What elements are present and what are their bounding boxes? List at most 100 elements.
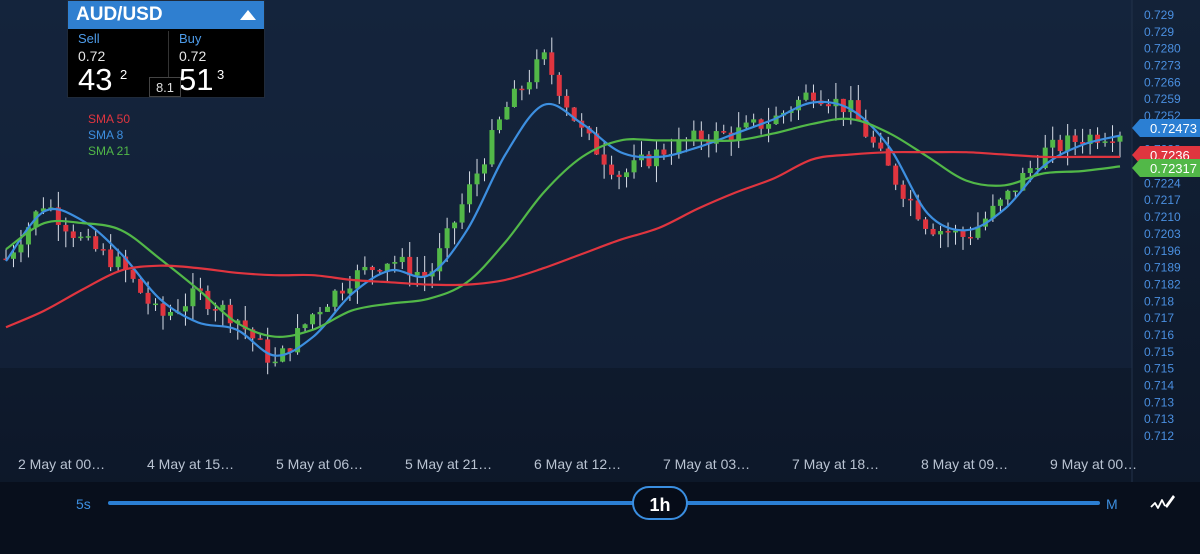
candle-body (332, 290, 338, 307)
y-tick-label: 0.713 (1144, 412, 1174, 426)
candle-body (691, 130, 697, 141)
draw-tool-icon[interactable] (1150, 491, 1176, 513)
candle-body (504, 106, 510, 120)
candle-body (167, 312, 173, 316)
x-tick-label: 7 May at 18… (792, 456, 879, 472)
ticket-header[interactable]: AUD/USD (68, 1, 264, 29)
candle-body (631, 160, 637, 173)
symbol-label: AUD/USD (76, 4, 163, 25)
candle-body (339, 290, 345, 294)
legend-sma-8[interactable]: SMA 8 (88, 127, 130, 143)
x-tick-label: 5 May at 21… (405, 456, 492, 472)
collapse-arrow-icon[interactable] (240, 10, 256, 20)
candle-body (923, 219, 929, 229)
candle-body (108, 249, 114, 268)
y-tick-label: 0.714 (1144, 378, 1174, 392)
candle-body (1072, 135, 1078, 142)
candle-body (467, 184, 473, 205)
y-tick-label: 0.715 (1144, 345, 1174, 359)
candle-body (1065, 135, 1071, 152)
candle-body (317, 311, 323, 315)
buy-button[interactable]: Buy 0.72 51 3 (168, 31, 265, 97)
candle-body (324, 306, 330, 312)
min-timeframe-label[interactable]: 5s (76, 496, 91, 512)
timeframe-slider-knob[interactable]: 1h (632, 486, 688, 520)
candle-body (616, 174, 622, 178)
candle-body (967, 236, 973, 239)
y-tick-label: 0.715 (1144, 362, 1174, 376)
candle-body (1110, 141, 1116, 143)
buy-price-pip: 3 (217, 67, 225, 82)
legend-sma-50[interactable]: SMA 50 (88, 111, 130, 127)
y-tick-label: 0.716 (1144, 328, 1174, 342)
candle-body (93, 236, 99, 250)
candle-body (519, 88, 525, 91)
candle-body (997, 199, 1003, 206)
candle-body (190, 288, 196, 307)
candle-body (810, 92, 816, 101)
sell-price-pip: 2 (120, 67, 128, 82)
indicator-legend: SMA 50 SMA 8 SMA 21 (88, 111, 130, 159)
candle-body (541, 52, 547, 60)
candle-body (362, 266, 368, 271)
price-tag-label: 0.72317 (1150, 161, 1197, 176)
x-tick-label: 8 May at 09… (921, 456, 1008, 472)
candle-body (878, 142, 884, 149)
candle-body (182, 306, 188, 312)
candle-body (272, 361, 278, 364)
y-tick-label: 0.718 (1144, 294, 1174, 308)
timeframe-slider-track[interactable] (108, 501, 1100, 505)
price-tag: 0.72473 (1132, 119, 1200, 137)
candle-body (1005, 190, 1011, 200)
candle-body (960, 230, 966, 237)
x-tick-label: 2 May at 00… (18, 456, 105, 472)
candle-body (526, 82, 532, 90)
y-tick-label: 0.7210 (1144, 210, 1181, 224)
candle-body (489, 130, 495, 165)
y-tick-label: 0.7203 (1144, 227, 1181, 241)
candle-body (145, 292, 151, 304)
y-tick-label: 0.7259 (1144, 92, 1181, 106)
price-tag-label: 0.72473 (1150, 121, 1197, 136)
candle-body (78, 236, 84, 239)
x-tick-label: 5 May at 06… (276, 456, 363, 472)
candle-body (803, 92, 809, 100)
legend-sma-21[interactable]: SMA 21 (88, 143, 130, 159)
candle-body (1102, 141, 1108, 143)
y-tick-label: 0.7189 (1144, 261, 1181, 275)
y-tick-label: 0.713 (1144, 395, 1174, 409)
candle-body (70, 231, 76, 238)
candle-body (624, 172, 630, 178)
y-tick-label: 0.7217 (1144, 193, 1181, 207)
candle-body (85, 236, 91, 238)
price-tag: 0.72317 (1132, 159, 1200, 177)
x-tick-label: 7 May at 03… (663, 456, 750, 472)
candle-body (945, 231, 951, 233)
candle-body (257, 338, 263, 340)
candle-body (564, 95, 570, 108)
y-tick-label: 0.729 (1144, 8, 1174, 22)
y-tick-label: 0.7182 (1144, 277, 1181, 291)
buy-label: Buy (179, 31, 202, 46)
candle-body (115, 256, 121, 268)
candle-body (63, 224, 69, 232)
candle-body (751, 119, 757, 123)
price-tags: 0.724730.72360.72317 (1132, 119, 1200, 177)
candle-body (310, 314, 316, 325)
candle-body (698, 130, 704, 141)
spread-value: 8.1 (149, 77, 181, 97)
candle-body (212, 309, 218, 311)
sell-label: Sell (78, 31, 100, 46)
candle-body (1057, 139, 1063, 152)
candle-body (930, 228, 936, 235)
candle-body (369, 266, 375, 271)
candle-body (160, 303, 166, 316)
candle-body (870, 136, 876, 143)
max-timeframe-label[interactable]: M (1106, 496, 1118, 512)
candle-body (721, 131, 727, 133)
candle-body (459, 204, 465, 223)
candle-body (302, 324, 308, 329)
y-tick-label: 0.7266 (1144, 75, 1181, 89)
y-tick-label: 0.717 (1144, 311, 1174, 325)
candle-body (743, 122, 749, 128)
